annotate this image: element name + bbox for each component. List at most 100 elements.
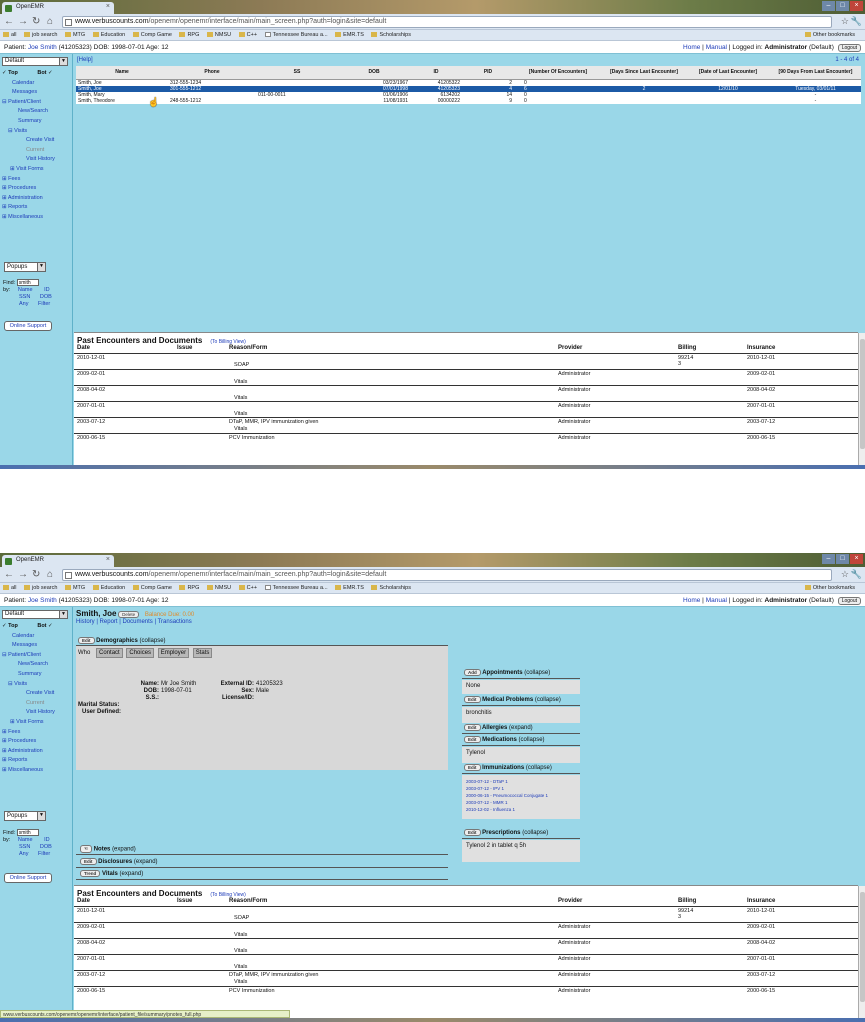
- nav-summary[interactable]: Summary: [2, 670, 72, 680]
- reload-icon[interactable]: ↻: [32, 16, 40, 27]
- nav-new-search[interactable]: New/Search: [2, 107, 72, 117]
- bookmark-item[interactable]: Scholarships: [371, 32, 411, 38]
- nav-patient-client[interactable]: ⊟ Patient/Client: [2, 98, 72, 108]
- encounter-row[interactable]: 2009-02-01 Vitals Administrator 2009-02-01: [74, 923, 858, 939]
- encounter-row[interactable]: 2000-06-15 PCV Immunization Administrator 2…: [74, 434, 858, 450]
- expand-link[interactable]: (expand): [120, 871, 144, 877]
- nav-messages[interactable]: Messages: [2, 88, 72, 98]
- col-dob[interactable]: DOB: [338, 66, 410, 80]
- address-bar[interactable]: www.verbuscounts.com/openemr/openemr/int…: [62, 16, 832, 28]
- collapse-link[interactable]: (collapse): [519, 737, 545, 743]
- patient-name-link[interactable]: Joe Smith: [28, 597, 57, 604]
- delete-button[interactable]: Delete: [118, 610, 140, 618]
- minimize-button[interactable]: –: [822, 1, 835, 11]
- col-90-days[interactable]: [90 Days From Last Encounter]: [770, 66, 861, 80]
- bookmark-item[interactable]: all: [3, 32, 17, 38]
- popups-select[interactable]: Popups ▼: [4, 262, 46, 272]
- encounter-row[interactable]: 2007-01-01 Vitals Administrator 2007-01-01: [74, 402, 858, 418]
- collapse-link[interactable]: (collapse): [524, 670, 550, 676]
- expand-link[interactable]: (expand): [509, 725, 533, 731]
- col-days-since[interactable]: [Days Since Last Encounter]: [602, 66, 686, 80]
- encounter-row[interactable]: 2003-07-12 DTaP, MMR, IPV immunization gi…: [74, 418, 858, 434]
- nav-visits[interactable]: ⊟ Visits: [2, 680, 72, 690]
- bookmark-item[interactable]: Tennessee Bureau a...: [264, 585, 328, 591]
- nav-administration[interactable]: ⊞ Administration: [2, 194, 72, 204]
- encounter-row[interactable]: 2009-02-01 Vitals Administrator 2009-02-01: [74, 370, 858, 386]
- expand-link[interactable]: (expand): [112, 847, 136, 853]
- close-button[interactable]: ×: [850, 1, 863, 11]
- back-arrow-icon[interactable]: ←: [4, 16, 14, 27]
- tab-contact[interactable]: Contact: [96, 648, 123, 658]
- popups-select[interactable]: Popups ▼: [4, 811, 46, 821]
- tab-close-icon[interactable]: ×: [106, 3, 110, 10]
- back-arrow-icon[interactable]: ←: [4, 569, 14, 580]
- col-ss[interactable]: SS: [256, 66, 338, 80]
- collapse-link[interactable]: (collapse): [522, 830, 548, 836]
- bookmark-star-icon[interactable]: ☆: [841, 16, 849, 27]
- nav-miscellaneous[interactable]: ⊞ Miscellaneous: [2, 213, 72, 223]
- bookmark-item[interactable]: job search: [24, 32, 57, 38]
- find-by-ssn[interactable]: SSN: [19, 294, 30, 300]
- edit-medications-button[interactable]: Edit: [464, 736, 481, 743]
- immunization-item[interactable]: 2010-12-02 - Influenza 1: [466, 806, 576, 813]
- tab-choices[interactable]: Choices: [126, 648, 155, 658]
- help-link[interactable]: [Help]: [77, 57, 93, 63]
- bookmark-item[interactable]: C++: [238, 32, 257, 38]
- encounter-row[interactable]: 2000-06-15 PCV Immunization Administrator 2…: [74, 987, 858, 1003]
- bookmark-item[interactable]: Scholarships: [371, 585, 411, 591]
- collapse-link[interactable]: (collapse): [140, 638, 166, 644]
- find-by-dob[interactable]: DOB: [40, 844, 52, 850]
- bookmark-item[interactable]: EMR.TS: [335, 585, 364, 591]
- nav-visit-forms[interactable]: ⊞ Visit Forms: [2, 718, 72, 728]
- tab-close-icon[interactable]: ×: [106, 556, 110, 563]
- find-by-dob[interactable]: DOB: [40, 294, 52, 300]
- encounters-scrollbar[interactable]: [858, 886, 865, 1018]
- nav-administration[interactable]: ⊞ Administration: [2, 747, 72, 757]
- encounter-row[interactable]: 2003-07-12 DTaP, MMR, IPV immunization gi…: [74, 971, 858, 987]
- forward-arrow-icon[interactable]: →: [18, 16, 28, 27]
- browser-tab[interactable]: OpenEMR ×: [2, 555, 114, 567]
- home-link[interactable]: Home: [683, 597, 700, 604]
- bookmark-item[interactable]: Comp Game: [132, 585, 172, 591]
- home-icon[interactable]: ⌂: [47, 16, 53, 27]
- nav-procedures[interactable]: ⊞ Procedures: [2, 184, 72, 194]
- find-by-any[interactable]: Any: [19, 301, 28, 307]
- maximize-button[interactable]: □: [836, 1, 849, 11]
- bookmark-item[interactable]: all: [3, 585, 17, 591]
- forward-arrow-icon[interactable]: →: [18, 569, 28, 580]
- collapse-link[interactable]: (collapse): [526, 765, 552, 771]
- find-by-any[interactable]: Any: [19, 851, 28, 857]
- nav-procedures[interactable]: ⊞ Procedures: [2, 737, 72, 747]
- bookmark-star-icon[interactable]: ☆: [841, 569, 849, 580]
- bookmark-item[interactable]: MTG: [64, 32, 85, 38]
- bookmark-item[interactable]: EMR.TS: [335, 32, 364, 38]
- wrench-icon[interactable]: 🔧: [851, 569, 862, 580]
- nav-visit-history[interactable]: Visit History: [2, 708, 72, 718]
- col-encounters[interactable]: [Number Of Encounters]: [514, 66, 602, 80]
- find-by-ssn[interactable]: SSN: [19, 844, 30, 850]
- col-name[interactable]: Name: [76, 66, 168, 80]
- edit-medical-problems-button[interactable]: Edit: [464, 696, 481, 703]
- find-filter[interactable]: Filter: [38, 851, 50, 857]
- edit-immunizations-button[interactable]: Edit: [464, 764, 481, 771]
- other-bookmarks[interactable]: Other bookmarks: [804, 32, 855, 38]
- immunization-item[interactable]: 2003-07-12 - IPV 1: [466, 785, 576, 792]
- add-appointment-button[interactable]: Add: [464, 669, 481, 676]
- immunization-item[interactable]: 2003-07-12 - DTaP 1: [466, 778, 576, 785]
- table-row[interactable]: Smith, Theodore 248-555-1212 11/08/1931 000…: [76, 98, 861, 104]
- encounters-scrollbar[interactable]: [858, 333, 865, 465]
- nav-fees[interactable]: ⊞ Fees: [2, 728, 72, 738]
- bookmark-item[interactable]: Education: [92, 585, 125, 591]
- find-by-name[interactable]: Name: [18, 287, 33, 293]
- nav-create-visit[interactable]: Create Visit: [2, 136, 72, 146]
- nav-visits[interactable]: ⊟ Visits: [2, 127, 72, 137]
- encounter-row[interactable]: 2010-12-01 SOAP 99214 3 2010-12-01: [74, 907, 858, 923]
- minimize-button[interactable]: –: [822, 554, 835, 564]
- find-by-id[interactable]: ID: [44, 287, 50, 293]
- nav-visit-forms[interactable]: ⊞ Visit Forms: [2, 165, 72, 175]
- nav-summary[interactable]: Summary: [2, 117, 72, 127]
- logout-button[interactable]: Logout: [837, 597, 861, 605]
- online-support-button[interactable]: Online Support: [4, 873, 52, 883]
- bookmark-item[interactable]: Tennessee Bureau a...: [264, 32, 328, 38]
- bookmark-item[interactable]: RPG: [179, 32, 199, 38]
